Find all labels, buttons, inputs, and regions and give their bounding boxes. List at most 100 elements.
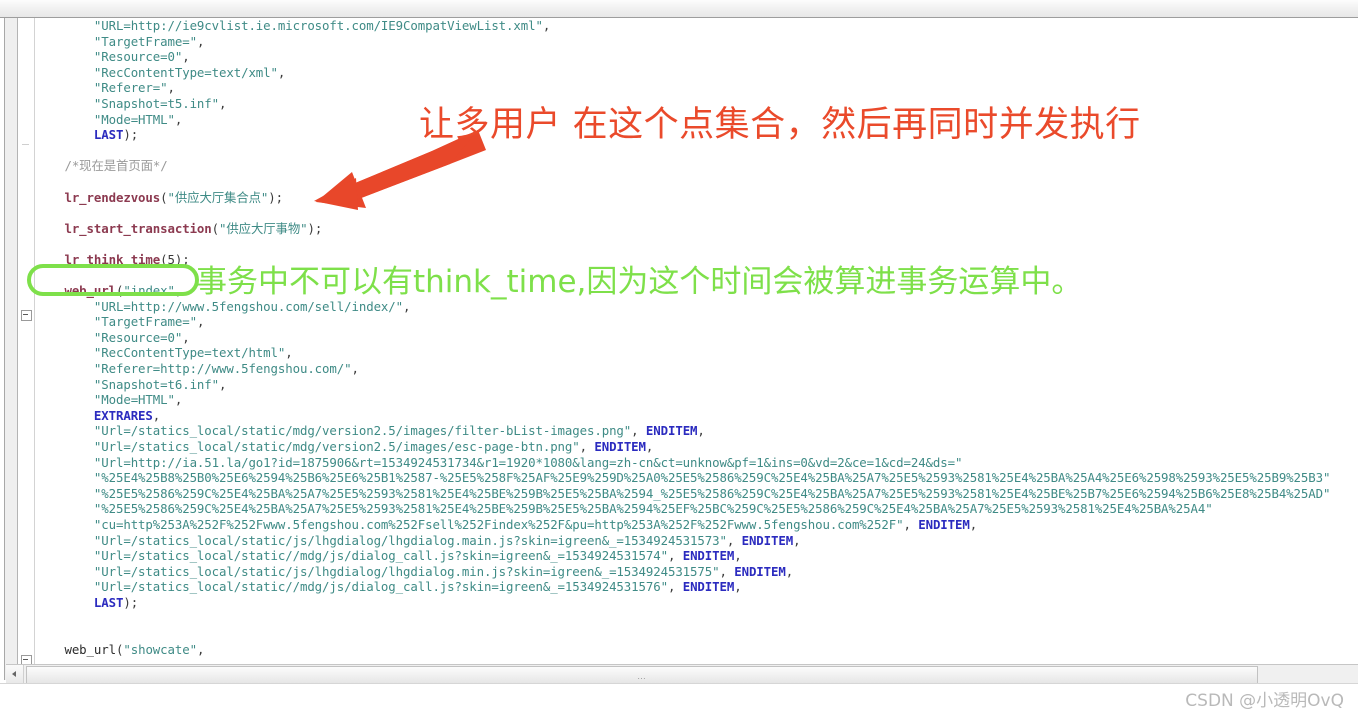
code-line: "cu=http%253A%252F%252Fwww.5fengshou.com…: [35, 517, 1330, 533]
code-token: "%25E5%2586%259C%25E4%25BA%25A7%25E5%259…: [93, 485, 1331, 501]
code-token: "Url=/statics_local/static/js/lhgdialog/…: [93, 563, 720, 579]
code-line: "TargetFrame=",: [35, 314, 1330, 330]
code-token: "Resource=0": [93, 329, 183, 345]
code-token: /*现在是首页面*/: [64, 158, 168, 174]
code-token: ENDITEM: [682, 548, 735, 564]
code-token: "TargetFrame=": [93, 33, 197, 49]
code-token: "%25E5%2586%259C%25E4%25BA%25A7%25E5%259…: [93, 501, 1213, 517]
code-token: "showcate": [123, 641, 197, 657]
code-token: ,: [969, 517, 978, 532]
code-line: "Url=/statics_local/static//mdg/js/dialo…: [35, 548, 1330, 564]
code-line: "Resource=0",: [35, 330, 1330, 346]
green-annotation-text: 事务中不可以有think_time,因为这个时间会被算进事务运算中。: [196, 264, 1083, 300]
code-token: "供应大厅事物": [219, 220, 308, 236]
code-token: ,: [903, 517, 919, 532]
code-token: ,: [285, 345, 293, 361]
bottom-pane: [0, 683, 1358, 719]
editor-margin-strip: [5, 18, 18, 680]
code-line: "RecContentType=text/xml",: [35, 65, 1330, 81]
code-line: "%25E4%25B8%25B0%25E6%2594%25B6%25E6%25B…: [35, 470, 1331, 486]
code-token: ,: [542, 18, 551, 33]
code-token: ,: [697, 423, 705, 439]
code-line: "RecContentType=text/html",: [35, 345, 1330, 361]
code-token: ,: [196, 314, 205, 330]
green-highlight-ellipse: [27, 264, 199, 296]
code-token: "Snapshot=t5.inf": [93, 95, 220, 111]
code-token: ENDITEM: [741, 532, 794, 548]
code-line: "Mode=HTML",: [35, 392, 1330, 408]
code-token: "RecContentType=text/xml": [93, 64, 278, 80]
code-token: "Url=http://ia.51.la/go1?id=1875906&rt=1…: [93, 454, 963, 470]
code-token: ,: [351, 361, 359, 377]
code-token: ,: [196, 33, 205, 49]
code-token: "Mode=HTML": [93, 111, 175, 127]
code-token: (: [211, 220, 220, 236]
code-token: (: [160, 189, 168, 205]
code-token: lr_start_transaction: [64, 220, 212, 236]
code-token: );: [123, 127, 139, 143]
code-line: "Referer=",: [35, 80, 1330, 96]
code-token: "Url=/statics_local/static//mdg/js/dialo…: [93, 548, 668, 564]
code-token: ,: [182, 329, 190, 345]
gutter-tick: [22, 144, 29, 145]
code-token: ,: [631, 423, 646, 439]
scrollbar-grip: …: [637, 671, 647, 681]
code-token: lr_rendezvous: [64, 189, 161, 205]
code-token: );: [123, 594, 139, 610]
code-token: "TargetFrame=": [93, 314, 197, 330]
window-chrome-strip: [0, 0, 1358, 18]
code-token: "供应大厅集合点": [167, 189, 269, 205]
code-token: "URL=http://ie9cvlist.ie.microsoft.com/I…: [93, 18, 543, 33]
code-token: ,: [667, 548, 683, 564]
code-token: ,: [793, 532, 801, 548]
code-line: "Url=/statics_local/static//mdg/js/dialo…: [35, 579, 1330, 595]
code-line: LAST);: [35, 595, 1330, 611]
code-line: "Url=/statics_local/static/js/lhgdialog/…: [35, 533, 1330, 549]
code-line: "Snapshot=t6.inf",: [35, 377, 1330, 393]
red-annotation-text: 让多用户 在这个点集合，然后再同时并发执行: [419, 105, 1141, 145]
code-line: "Url=/statics_local/static/mdg/version2.…: [35, 439, 1330, 455]
code-token: );: [268, 189, 284, 205]
code-token: EXTRARES: [93, 407, 153, 423]
code-token: ,: [182, 49, 190, 65]
code-line: "URL=http://ie9cvlist.ie.microsoft.com/I…: [35, 18, 1330, 34]
code-token: ,: [726, 532, 742, 548]
code-line: EXTRARES,: [35, 408, 1330, 424]
code-token: "Url=/statics_local/static//mdg/js/dialo…: [93, 579, 668, 595]
code-line: "Url=/statics_local/static/js/lhgdialog/…: [35, 564, 1330, 580]
code-token: ENDITEM: [734, 563, 786, 579]
code-token: ENDITEM: [918, 517, 970, 532]
csdn-watermark: CSDN @小透明OvQ: [1185, 691, 1344, 711]
code-token: ,: [174, 111, 183, 127]
code-token: LAST: [93, 127, 124, 143]
code-line: "URL=http://www.5fengshou.com/sell/index…: [35, 299, 1330, 315]
code-token: "Referer=http://www.5fengshou.com/": [93, 361, 352, 377]
code-token: ENDITEM: [682, 579, 735, 595]
code-line: /*现在是首页面*/: [35, 158, 1330, 174]
code-line: lr_rendezvous("供应大厅集合点");: [35, 190, 1330, 206]
code-token: ,: [579, 439, 595, 455]
code-token: "Url=/statics_local/static/js/lhgdialog/…: [93, 532, 727, 548]
code-token: LAST: [93, 594, 124, 610]
code-token: ,: [734, 579, 742, 595]
code-token: "Url=/statics_local/static/mdg/version2.…: [93, 439, 580, 455]
scroll-left-arrow-icon[interactable]: [6, 665, 24, 683]
editor-fold-gutter[interactable]: [18, 18, 35, 680]
code-line: "Resource=0",: [35, 49, 1330, 65]
code-line: "%25E5%2586%259C%25E4%25BA%25A7%25E5%259…: [35, 501, 1330, 517]
horizontal-scrollbar[interactable]: …: [6, 664, 1358, 684]
code-token: ,: [719, 563, 735, 579]
code-token: ,: [167, 80, 175, 96]
code-token: ,: [174, 392, 183, 408]
scrollbar-thumb[interactable]: …: [26, 666, 1258, 684]
fold-collapse-icon[interactable]: [21, 310, 32, 321]
code-token: );: [307, 220, 323, 236]
code-line: "TargetFrame=",: [35, 34, 1330, 50]
code-token: "cu=http%253A%252F%252Fwww.5fengshou.com…: [93, 517, 904, 532]
screenshot-root: "URL=http://ie9cvlist.ie.microsoft.com/I…: [0, 0, 1358, 719]
code-token: ,: [196, 641, 205, 657]
code-token: "%25E4%25B8%25B0%25E6%2594%25B6%25E6%25B…: [93, 470, 1331, 486]
